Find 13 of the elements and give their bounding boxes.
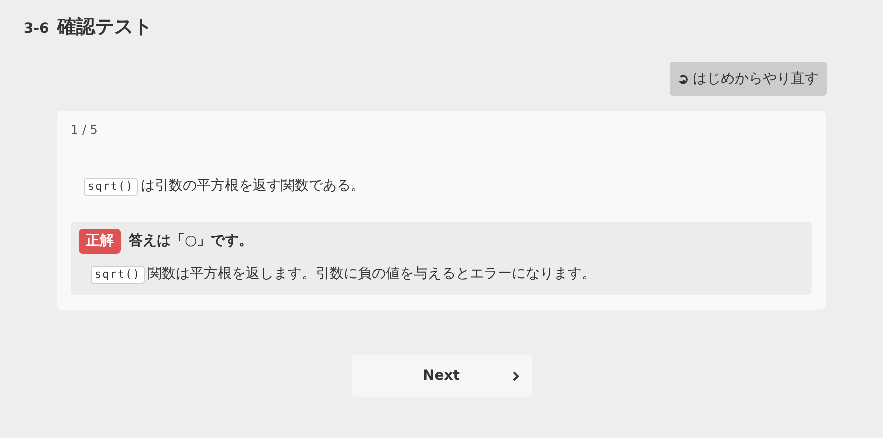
code-snippet: sqrt() xyxy=(84,178,138,196)
chevron-right-icon xyxy=(512,370,520,382)
progress-counter: 1 / 5 xyxy=(71,122,98,139)
refresh-icon xyxy=(678,74,689,84)
code-snippet: sqrt() xyxy=(91,266,145,284)
answer-text: 答えは「○」です。 xyxy=(129,232,254,251)
result-badge: 正解 xyxy=(79,229,121,254)
question-text: は引数の平方根を返す関数である。 xyxy=(140,177,365,196)
page-title: 確認テスト xyxy=(57,15,152,40)
next-button[interactable]: Next xyxy=(352,355,532,397)
explanation-text: 関数は平方根を返します。引数に負の値を与えるとエラーになります。 xyxy=(148,265,596,284)
restart-button[interactable]: はじめからやり直す xyxy=(670,62,827,96)
section-number: 3-6 xyxy=(24,20,50,39)
